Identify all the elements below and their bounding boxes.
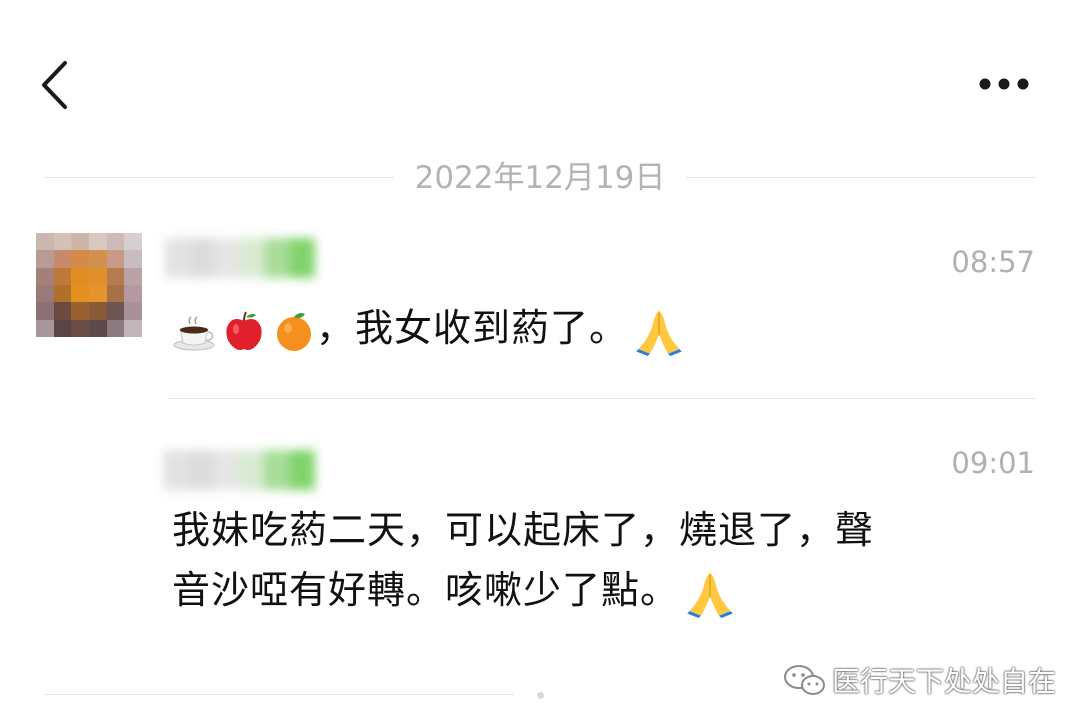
date-divider: 2022年12月19日	[414, 160, 666, 196]
message-body: ，我女收到葯了。	[316, 306, 629, 350]
praying-hands-emoji-icon	[636, 310, 682, 356]
page-indicator-dot	[537, 692, 544, 699]
message-time: 09:01	[951, 446, 1035, 480]
message-line-with-emoji: 音沙啞有好轉。咳嗽少了點。	[172, 560, 874, 620]
sender-name-blurred	[163, 450, 315, 490]
message-line: 音沙啞有好轉。咳嗽少了點。	[172, 568, 680, 612]
sender-name-blurred	[165, 238, 315, 278]
message-text[interactable]: 我妹吃葯二天，可以起床了，燒退了，聲 音沙啞有好轉。咳嗽少了點。	[172, 500, 874, 620]
orange-emoji-icon	[277, 312, 311, 351]
bottom-divider	[44, 694, 514, 695]
back-button[interactable]	[38, 60, 72, 110]
more-dots-icon	[979, 78, 1029, 90]
coffee-emoji-icon	[173, 315, 215, 350]
message-divider	[168, 398, 1036, 399]
watermark-text: 医行天下处处自在	[832, 665, 1057, 698]
chevron-left-icon	[42, 61, 67, 109]
avatar[interactable]	[36, 233, 142, 337]
message-text[interactable]: ，我女收到葯了。	[172, 298, 686, 358]
message-line: 我妹吃葯二天，可以起床了，燒退了，聲	[172, 508, 875, 552]
watermark: 医行天下处处自在	[782, 660, 1056, 700]
date-divider-line-right	[686, 177, 1036, 178]
praying-hands-emoji-icon	[687, 572, 733, 618]
message-time: 08:57	[951, 245, 1035, 279]
date-divider-line-left	[44, 177, 394, 178]
apple-emoji-icon	[226, 311, 262, 350]
more-button[interactable]	[978, 76, 1030, 90]
wechat-icon	[784, 665, 825, 695]
